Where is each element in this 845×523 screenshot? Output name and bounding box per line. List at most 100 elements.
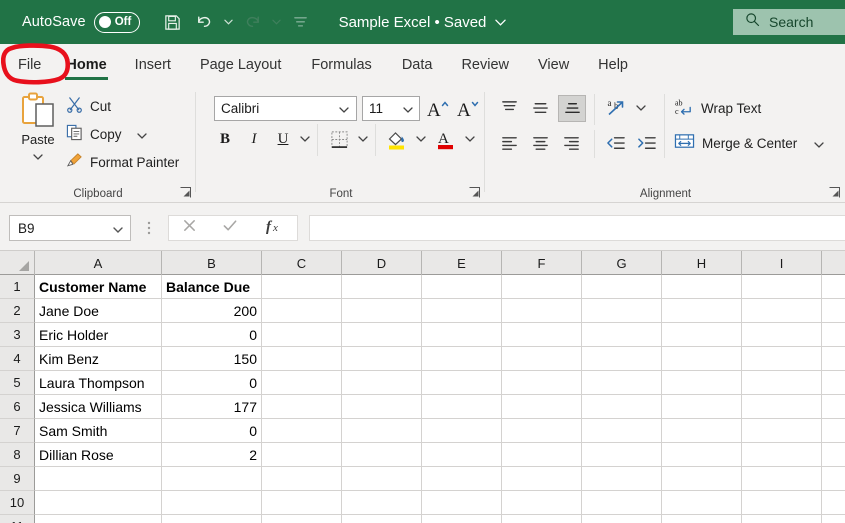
merge-center-chevron-down-icon[interactable]	[814, 136, 824, 151]
cell-F11[interactable]	[502, 515, 582, 523]
increase-font-size-icon[interactable]: A	[425, 96, 451, 122]
cell-H3[interactable]	[662, 323, 742, 347]
cell-F10[interactable]	[502, 491, 582, 515]
cell-B8[interactable]: 2	[162, 443, 262, 467]
cell-C8[interactable]	[262, 443, 342, 467]
cell-J6[interactable]	[822, 395, 845, 419]
cell-F3[interactable]	[502, 323, 582, 347]
cell-B2[interactable]: 200	[162, 299, 262, 323]
wrap-text-button[interactable]: ab c Wrap Text	[674, 96, 761, 120]
row-header-9[interactable]: 9	[0, 467, 35, 491]
cell-I10[interactable]	[742, 491, 822, 515]
alignment-dialog-launcher-icon[interactable]	[828, 186, 841, 199]
cell-E6[interactable]	[422, 395, 502, 419]
cell-H2[interactable]	[662, 299, 742, 323]
tab-formulas[interactable]: Formulas	[310, 44, 372, 86]
bottom-align-icon[interactable]	[558, 95, 586, 122]
search-box[interactable]: Search	[733, 9, 845, 35]
paste-chevron-down-icon[interactable]	[33, 147, 43, 165]
decrease-indent-icon[interactable]	[603, 131, 629, 155]
cell-D9[interactable]	[342, 467, 422, 491]
tab-file[interactable]: File	[17, 44, 42, 86]
align-right-icon[interactable]	[558, 131, 584, 155]
name-box[interactable]: B9	[9, 215, 131, 241]
cell-B9[interactable]	[162, 467, 262, 491]
row-header-2[interactable]: 2	[0, 299, 35, 323]
cell-C11[interactable]	[262, 515, 342, 523]
column-header-h[interactable]: H	[662, 251, 742, 275]
column-header-i[interactable]: I	[742, 251, 822, 275]
underline-button[interactable]: U	[272, 127, 294, 151]
column-header-e[interactable]: E	[422, 251, 502, 275]
column-header-b[interactable]: B	[162, 251, 262, 275]
cell-I2[interactable]	[742, 299, 822, 323]
cell-D4[interactable]	[342, 347, 422, 371]
cell-F5[interactable]	[502, 371, 582, 395]
cell-C1[interactable]	[262, 275, 342, 299]
cell-F7[interactable]	[502, 419, 582, 443]
tab-view[interactable]: View	[537, 44, 570, 86]
cell-E2[interactable]	[422, 299, 502, 323]
cell-J9[interactable]	[822, 467, 845, 491]
align-left-icon[interactable]	[496, 131, 522, 155]
cell-E4[interactable]	[422, 347, 502, 371]
font-size-combo[interactable]: 11	[362, 96, 420, 121]
cell-G7[interactable]	[582, 419, 662, 443]
cell-H6[interactable]	[662, 395, 742, 419]
cell-I9[interactable]	[742, 467, 822, 491]
cell-J7[interactable]	[822, 419, 845, 443]
cell-G9[interactable]	[582, 467, 662, 491]
row-header-4[interactable]: 4	[0, 347, 35, 371]
autosave-toggle[interactable]: Off	[93, 11, 140, 33]
clipboard-dialog-launcher-icon[interactable]	[179, 186, 192, 199]
merge-and-center-button[interactable]: Merge & Center	[674, 131, 824, 155]
cell-D10[interactable]	[342, 491, 422, 515]
cell-E1[interactable]	[422, 275, 502, 299]
cell-A3[interactable]: Eric Holder	[35, 323, 162, 347]
cell-E3[interactable]	[422, 323, 502, 347]
row-header-1[interactable]: 1	[0, 275, 35, 299]
cell-A2[interactable]: Jane Doe	[35, 299, 162, 323]
cell-B7[interactable]: 0	[162, 419, 262, 443]
borders-icon[interactable]	[326, 127, 352, 151]
decrease-font-size-icon[interactable]: A	[455, 96, 481, 122]
row-header-11[interactable]: 11	[0, 515, 35, 523]
cell-B4[interactable]: 150	[162, 347, 262, 371]
column-header-j[interactable]: J	[822, 251, 845, 275]
cell-H5[interactable]	[662, 371, 742, 395]
enter-formula-icon[interactable]	[222, 218, 238, 238]
cell-I5[interactable]	[742, 371, 822, 395]
cell-I3[interactable]	[742, 323, 822, 347]
row-header-10[interactable]: 10	[0, 491, 35, 515]
increase-indent-icon[interactable]	[634, 131, 660, 155]
select-all-corner[interactable]	[0, 251, 35, 275]
underline-chevron-down-icon[interactable]	[297, 128, 312, 150]
cell-F1[interactable]	[502, 275, 582, 299]
cell-D8[interactable]	[342, 443, 422, 467]
name-box-chevron-down-icon[interactable]	[113, 221, 123, 236]
bold-button[interactable]: B	[214, 127, 236, 151]
cell-J5[interactable]	[822, 371, 845, 395]
insert-function-icon[interactable]: fx	[264, 217, 284, 239]
cell-I6[interactable]	[742, 395, 822, 419]
column-header-g[interactable]: G	[582, 251, 662, 275]
cell-C4[interactable]	[262, 347, 342, 371]
tab-review[interactable]: Review	[460, 44, 510, 86]
cell-F4[interactable]	[502, 347, 582, 371]
cell-G3[interactable]	[582, 323, 662, 347]
undo-dropdown-chevron-down-icon[interactable]	[222, 7, 236, 37]
cell-D2[interactable]	[342, 299, 422, 323]
font-name-combo[interactable]: Calibri	[214, 96, 357, 121]
cell-G5[interactable]	[582, 371, 662, 395]
copy-button[interactable]: Copy	[66, 122, 147, 146]
cell-F6[interactable]	[502, 395, 582, 419]
cell-A9[interactable]	[35, 467, 162, 491]
cancel-formula-icon[interactable]	[182, 218, 197, 238]
cell-A8[interactable]: Dillian Rose	[35, 443, 162, 467]
middle-align-icon[interactable]	[527, 96, 553, 120]
cell-E10[interactable]	[422, 491, 502, 515]
cell-C6[interactable]	[262, 395, 342, 419]
cell-A4[interactable]: Kim Benz	[35, 347, 162, 371]
cell-A5[interactable]: Laura Thompson	[35, 371, 162, 395]
cell-C3[interactable]	[262, 323, 342, 347]
